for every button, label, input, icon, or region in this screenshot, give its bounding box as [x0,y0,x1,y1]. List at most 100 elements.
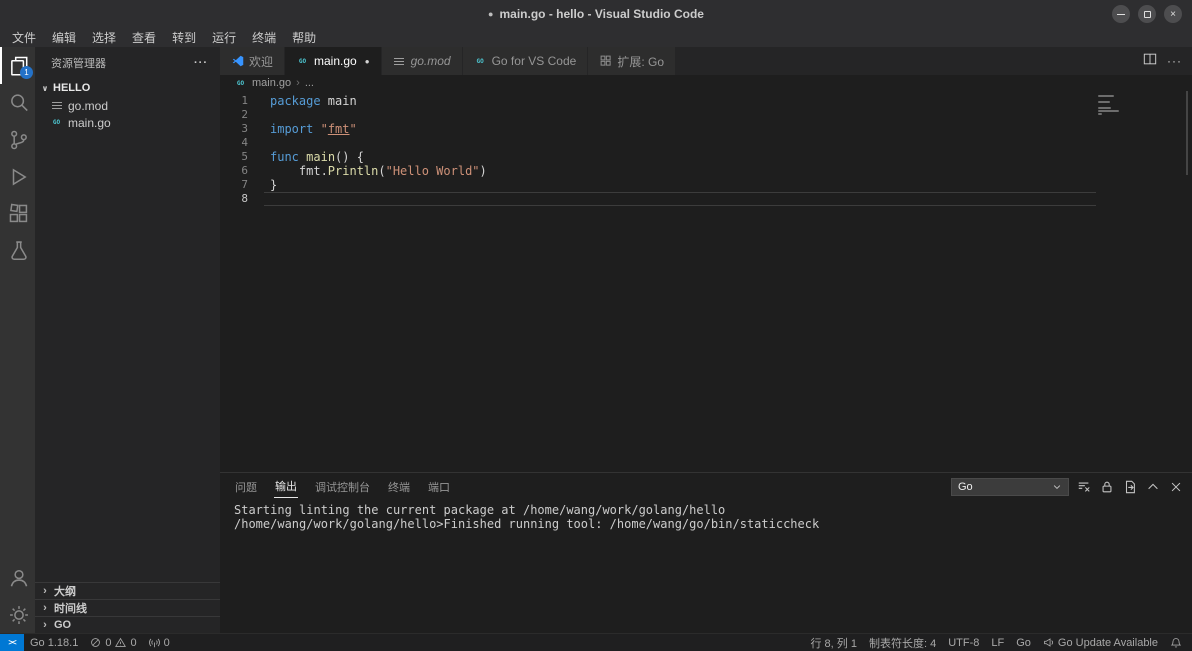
menu-item[interactable]: 终端 [244,29,284,46]
panel-tab[interactable]: 调试控制台 [314,476,371,498]
menu-bar: 文件 编辑 选择 查看 转到 运行 终端 帮助 [0,28,1192,47]
code-line[interactable]: 3 import "fmt" [220,122,1192,136]
problems-status[interactable]: 0 0 [84,634,142,651]
minimap-line [1098,113,1102,115]
language-mode-status[interactable]: Go [1010,634,1037,651]
testing-icon[interactable] [0,232,35,269]
notifications-status[interactable] [1164,634,1188,651]
open-in-editor-icon[interactable] [1121,478,1138,495]
output-channel-select[interactable]: Go [951,477,1069,496]
editor-tab[interactable]: go.mod [381,47,463,75]
eol-status[interactable]: LF [985,634,1010,651]
minimap[interactable] [1098,95,1128,116]
menu-item[interactable]: 编辑 [44,29,84,46]
modified-dot[interactable]: ● [365,57,370,66]
extensions-icon[interactable] [0,195,35,232]
go-file-icon: GO [52,119,61,126]
settings-gear-icon[interactable] [0,596,35,633]
sidebar-section[interactable]: › 时间线 [35,599,220,616]
output-line: /home/wang/work/golang/hello>Finished ru… [234,517,820,531]
go-version-status[interactable]: Go 1.18.1 [24,634,84,651]
file-item[interactable]: go.mod [35,97,220,114]
folder-header-hello[interactable]: ∨ HELLO [35,79,220,97]
menu-item[interactable]: 转到 [164,29,204,46]
menu-item[interactable]: 运行 [204,29,244,46]
cursor-position-status[interactable]: 行 8, 列 1 [805,634,863,651]
output-console[interactable]: Starting linting the current package at … [220,498,1192,633]
source-control-icon[interactable] [0,121,35,158]
go-update-label: Go Update Available [1057,636,1158,649]
close-panel-icon[interactable] [1167,478,1184,495]
code-line[interactable]: 4 [220,136,1192,150]
maximize-button[interactable] [1138,5,1156,23]
run-debug-icon[interactable] [0,158,35,195]
file-name: main.go [68,115,111,130]
panel-tab[interactable]: 终端 [387,476,411,498]
lock-autoscroll-icon[interactable] [1098,478,1115,495]
encoding-status[interactable]: UTF-8 [942,634,985,651]
editor-scrollbar[interactable] [1186,91,1188,175]
search-icon[interactable] [0,84,35,121]
panel-tab[interactable]: 端口 [427,476,451,498]
sidebar-header: 资源管理器 ··· [35,47,220,79]
tab-label: main.go [314,54,357,68]
folder-name: HELLO [53,82,91,94]
error-icon [91,638,101,647]
menu-item[interactable]: 选择 [84,29,124,46]
menu-item[interactable]: 文件 [4,29,44,46]
warning-count: 0 [130,636,137,649]
clear-output-icon[interactable] [1075,478,1092,495]
code-line[interactable]: 5 func main() { [220,150,1192,164]
panel-tab[interactable]: 问题 [234,476,258,498]
breadcrumb-file[interactable]: main.go [252,77,291,89]
code-area: 1 package main 2 3 import "fmt" 4 5 func main()… [220,94,1192,206]
editor-tab[interactable]: 欢迎 [220,47,286,75]
panel-tab[interactable]: 输出 [274,475,298,498]
editor-tab[interactable]: GO main.go ● [285,47,382,75]
broadcast-icon [148,638,160,648]
breadcrumb[interactable]: GO main.go › ... [220,75,1192,91]
file-item[interactable]: GO main.go [35,114,220,131]
go-update-status[interactable]: Go Update Available [1037,634,1164,651]
ports-status[interactable]: 0 [143,634,176,651]
close-icon: × [1170,8,1176,20]
code-line[interactable]: 2 [220,108,1192,122]
minimap-line [1098,110,1119,112]
code-line[interactable]: 8 [220,192,1192,206]
menu-item[interactable]: 查看 [124,29,164,46]
window-title-text: main.go - hello - Visual Studio Code [499,7,704,21]
warning-icon [115,637,127,647]
panel-tab-list: 问题 输出 调试控制台 终端 端口 [234,475,467,498]
minimize-button[interactable] [1112,5,1130,23]
maximize-panel-icon[interactable] [1144,478,1161,495]
breadcrumb-more[interactable]: ... [305,77,314,89]
account-icon[interactable] [0,559,35,596]
vscode-logo-icon [231,55,244,68]
code-line[interactable]: 1 package main [220,94,1192,108]
menu-item[interactable]: 帮助 [284,29,324,46]
code-line[interactable]: 6 fmt.Println("Hello World") [220,164,1192,178]
line-number: 5 [241,150,248,163]
tab-label: go.mod [410,54,451,68]
code-text: fmt.Println("Hello World") [270,164,487,178]
tab-label: 扩展: Go [617,54,664,69]
close-button[interactable]: × [1164,5,1182,23]
sidebar-section[interactable]: › 大纲 [35,582,220,599]
code-text: } [270,178,278,192]
more-actions-icon[interactable]: ··· [1167,54,1182,68]
explorer-icon[interactable]: 1 [0,47,35,84]
editor-tab[interactable]: GO Go for VS Code [462,47,589,75]
panel-header: 问题 输出 调试控制台 终端 端口 Go [220,473,1192,498]
title-bar: ● main.go - hello - Visual Studio Code × [0,0,1192,28]
editor-tab[interactable]: 扩展: Go [588,47,676,75]
sidebar-more-actions[interactable]: ··· [194,57,208,69]
sidebar-section[interactable]: › GO [35,616,220,633]
minimap-line [1098,107,1111,109]
code-line[interactable]: 7} [220,178,1192,192]
indentation-status[interactable]: 制表符长度: 4 [863,634,942,651]
remote-indicator[interactable]: >< [0,634,24,651]
split-editor-icon[interactable] [1143,52,1157,71]
go-file-icon: GO [236,79,245,87]
editor[interactable]: 1 package main 2 3 import "fmt" 4 5 func main()… [220,91,1192,472]
